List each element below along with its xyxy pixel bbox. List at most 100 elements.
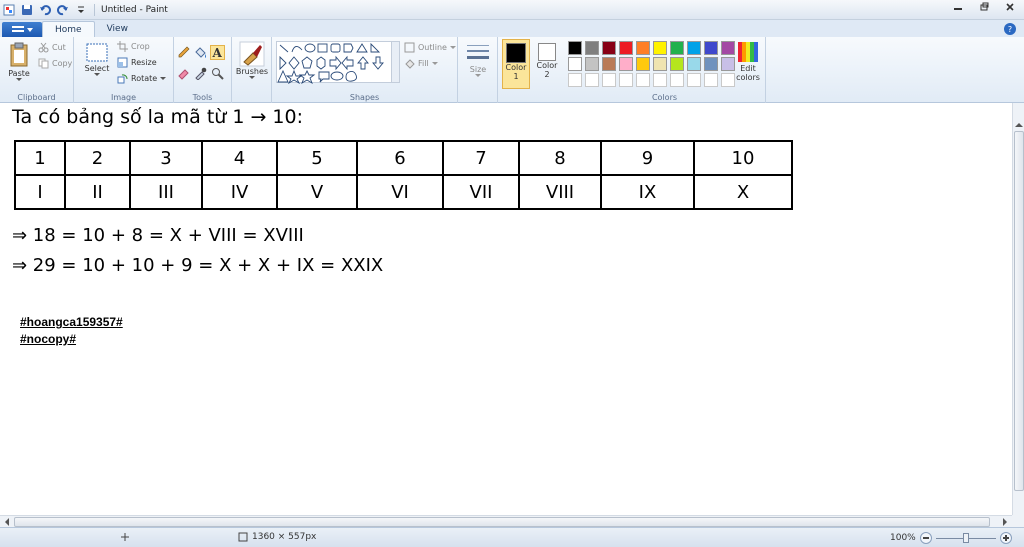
select-button[interactable]: Select [82, 42, 112, 77]
scissors-icon [38, 42, 49, 53]
undo-icon[interactable] [38, 3, 52, 17]
zoom-slider[interactable] [935, 532, 996, 544]
plus-icon [1002, 535, 1009, 541]
number-cell: 9 [600, 140, 695, 176]
outline-icon [404, 42, 415, 53]
cursor-position-icon [121, 533, 129, 541]
fill-button[interactable]: Fill [404, 58, 438, 69]
vertical-scrollbar[interactable] [1012, 103, 1024, 515]
vertical-scroll-thumb[interactable] [1014, 131, 1024, 491]
number-cell: 1 [14, 140, 66, 176]
custom-color-slot-8[interactable] [687, 73, 701, 87]
palette-row2-swatch-9[interactable] [704, 57, 718, 71]
save-icon[interactable] [20, 3, 34, 17]
custom-color-slot-4[interactable] [619, 73, 633, 87]
color2-swatch [538, 43, 556, 61]
fill-tool[interactable] [193, 45, 208, 60]
pencil-tool[interactable] [176, 45, 191, 60]
copy-icon [38, 58, 49, 69]
magnifier-tool[interactable] [210, 66, 225, 81]
palette-row1-swatch-8[interactable] [687, 41, 701, 55]
eraser-icon [178, 69, 189, 80]
palette-row2-swatch-2[interactable] [585, 57, 599, 71]
chevron-down-icon [431, 61, 438, 65]
paint-app-icon[interactable] [2, 3, 16, 17]
title-bar: Untitled - Paint [0, 0, 1024, 20]
edit-colors-button[interactable]: Edit colors [732, 40, 764, 82]
custom-color-slot-1[interactable] [568, 73, 582, 87]
custom-color-slot-5[interactable] [636, 73, 650, 87]
palette-row1-swatch-5[interactable] [636, 41, 650, 55]
clipboard-icon [10, 42, 28, 67]
resize-icon [117, 57, 128, 68]
palette-row1-swatch-6[interactable] [653, 41, 667, 55]
color-picker-tool[interactable] [193, 66, 208, 81]
window-title: Untitled - Paint [101, 4, 168, 15]
custom-color-slot-3[interactable] [602, 73, 616, 87]
scroll-up-icon [1015, 123, 1023, 127]
cut-button[interactable]: Cut [38, 42, 66, 53]
status-bar: 1360 × 557px 100% [0, 527, 1024, 547]
tools-group-label: Tools [192, 93, 213, 102]
palette-row2-swatch-6[interactable] [653, 57, 667, 71]
shapes-group-label: Shapes [349, 93, 380, 102]
eraser-tool[interactable] [176, 66, 191, 81]
roman-cell: III [129, 174, 203, 210]
palette-row1-swatch-2[interactable] [585, 41, 599, 55]
maximize-button[interactable] [972, 0, 996, 14]
tab-home[interactable]: Home [42, 21, 95, 37]
zoom-slider-thumb[interactable] [962, 533, 969, 543]
palette-row2-swatch-1[interactable] [568, 57, 582, 71]
palette-row1-swatch-1[interactable] [568, 41, 582, 55]
brushes-button[interactable]: Brushes [236, 41, 268, 80]
size-button[interactable]: Size [462, 41, 494, 78]
image-size: 1360 × 557px [238, 532, 316, 542]
color2-button[interactable]: Color 2 [534, 39, 560, 89]
copy-button[interactable]: Copy [38, 58, 72, 69]
paste-button[interactable]: Paste [4, 41, 34, 82]
help-icon[interactable]: ? [1004, 23, 1016, 35]
palette-row1-swatch-7[interactable] [670, 41, 684, 55]
number-cell: 3 [129, 140, 203, 176]
line-size-icon [467, 45, 489, 59]
crop-button[interactable]: Crop [117, 41, 150, 52]
custom-color-slot-9[interactable] [704, 73, 718, 87]
chevron-down-icon [160, 76, 167, 80]
horizontal-scroll-thumb[interactable] [14, 517, 990, 527]
palette-row2-swatch-7[interactable] [670, 57, 684, 71]
equation-line-2: ⇒ 29 = 10 + 10 + 9 = X + X + IX = XXIX [12, 255, 384, 276]
custom-color-slot-6[interactable] [653, 73, 667, 87]
redo-icon[interactable] [56, 3, 70, 17]
zoom-out-button[interactable] [919, 532, 932, 544]
select-rectangle-icon [86, 43, 108, 62]
shapes-gallery-scroll[interactable] [392, 41, 400, 83]
zoom-in-button[interactable] [999, 532, 1012, 544]
close-button[interactable] [998, 0, 1022, 14]
roman-cell: VII [442, 174, 520, 210]
roman-cell: V [276, 174, 358, 210]
palette-row2-swatch-3[interactable] [602, 57, 616, 71]
magnifier-icon [212, 68, 224, 80]
rotate-button[interactable]: Rotate [117, 73, 167, 84]
text-tool[interactable]: A [210, 45, 225, 60]
custom-color-slot-2[interactable] [585, 73, 599, 87]
palette-row1-swatch-4[interactable] [619, 41, 633, 55]
svg-text:A: A [212, 46, 223, 59]
shapes-gallery[interactable] [276, 41, 392, 85]
minimize-button[interactable] [946, 0, 970, 14]
palette-row2-swatch-5[interactable] [636, 57, 650, 71]
color1-button[interactable]: Color 1 [502, 39, 530, 89]
horizontal-scrollbar[interactable] [0, 515, 1012, 527]
image-group: Select Crop Resize Rotate Image [74, 37, 174, 103]
palette-row1-swatch-3[interactable] [602, 41, 616, 55]
palette-row2-swatch-8[interactable] [687, 57, 701, 71]
resize-button[interactable]: Resize [117, 57, 157, 68]
paint-menu-button[interactable] [2, 22, 42, 37]
palette-row2-swatch-4[interactable] [619, 57, 633, 71]
customize-toolbar-icon[interactable] [74, 3, 88, 17]
custom-color-slot-7[interactable] [670, 73, 684, 87]
drawing-canvas[interactable]: Ta có bảng số la mã từ 1 → 10: 123456789… [0, 103, 1012, 515]
outline-button[interactable]: Outline [404, 42, 456, 53]
palette-row1-swatch-9[interactable] [704, 41, 718, 55]
tab-view[interactable]: View [95, 21, 140, 37]
